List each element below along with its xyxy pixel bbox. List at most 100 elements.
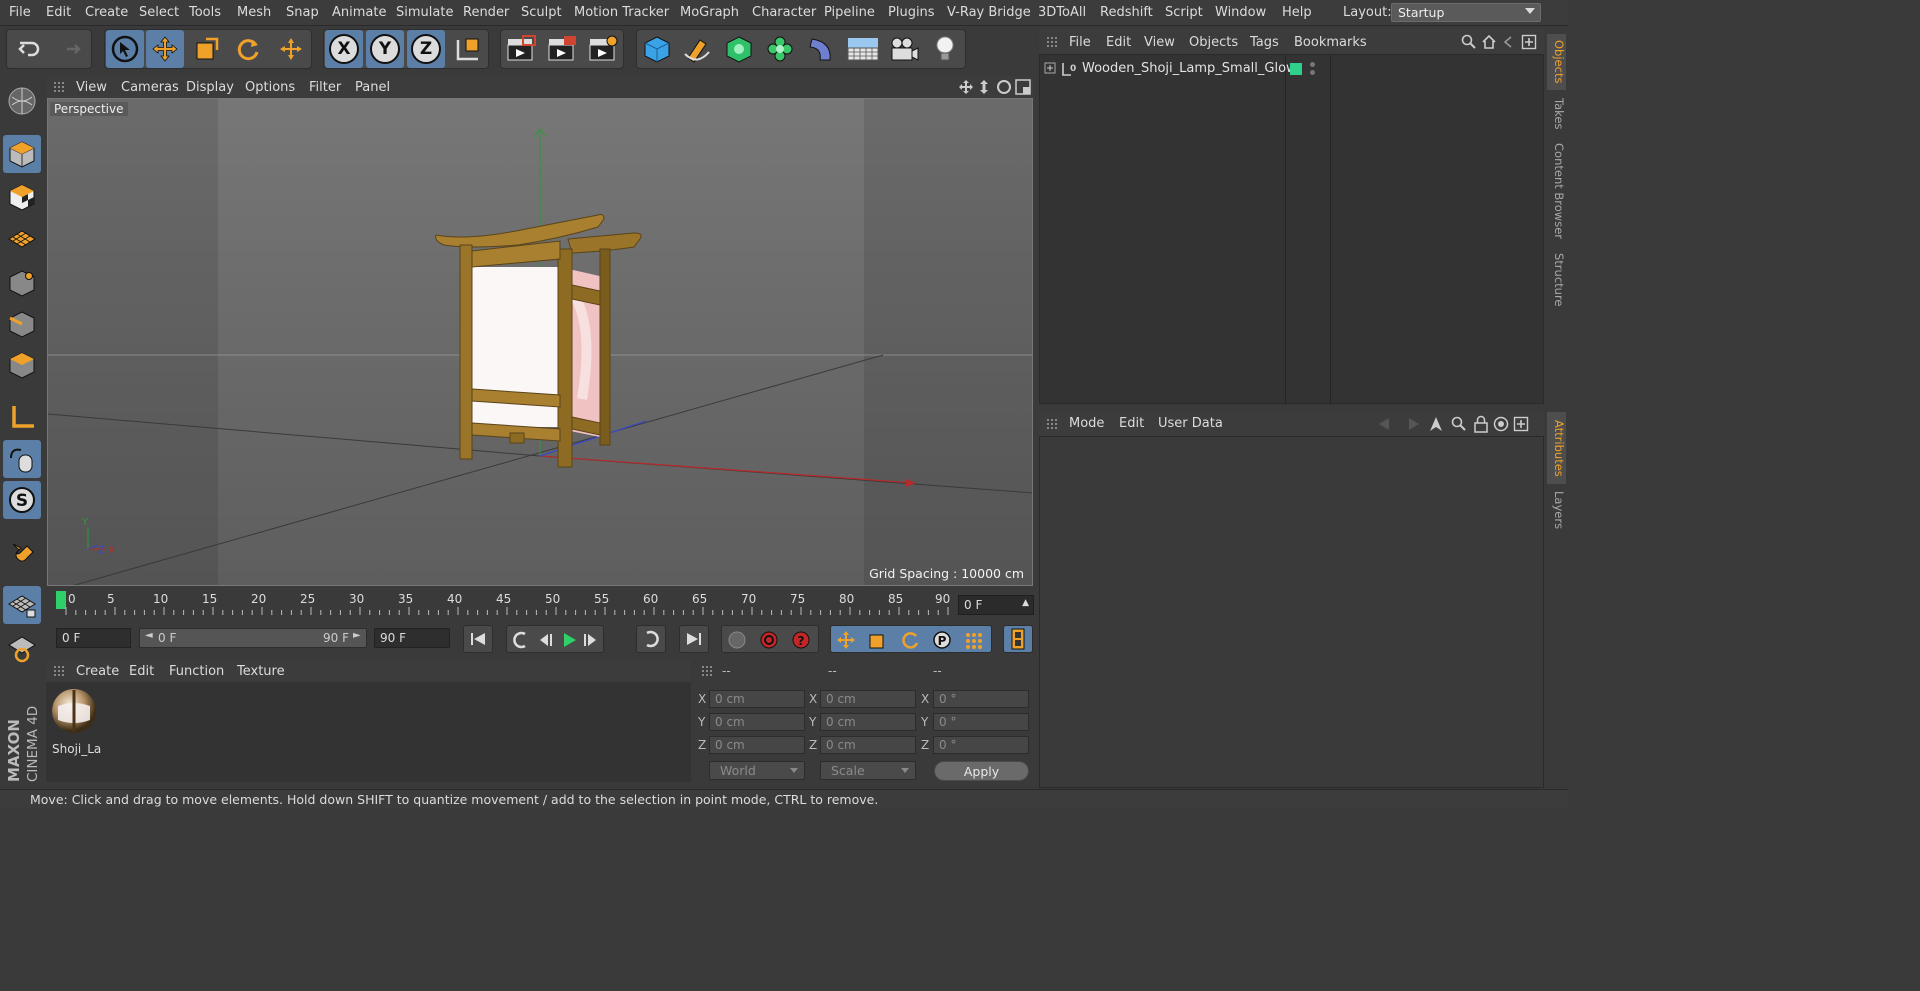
apply-button[interactable]: Apply <box>934 761 1029 781</box>
render-view-button[interactable] <box>502 30 540 68</box>
editor-visibility-dot[interactable] <box>1310 62 1315 67</box>
search-icon[interactable] <box>1451 416 1467 432</box>
autokey-icon[interactable] <box>758 630 780 650</box>
tab-content-browser[interactable]: Content Browser <box>1547 138 1566 244</box>
tab-structure[interactable]: Structure <box>1547 248 1566 312</box>
size-mode-select[interactable]: Scale <box>820 761 916 780</box>
menu-3dtoall[interactable]: 3DToAll <box>1038 5 1086 20</box>
rot-z-field[interactable]: 0 ° <box>933 736 1029 754</box>
search-icon[interactable] <box>1461 34 1477 50</box>
material-swatch[interactable]: Shoji_La <box>48 686 101 756</box>
enable-axis-button[interactable] <box>3 398 41 436</box>
viewport-menu-filter[interactable]: Filter <box>309 80 341 95</box>
layer-color-swatch[interactable] <box>1290 63 1302 75</box>
menu-snap[interactable]: Snap <box>286 5 319 20</box>
key-position-icon[interactable] <box>835 630 857 650</box>
viewport-menu-panel[interactable]: Panel <box>355 80 390 95</box>
render-picture-viewer-button[interactable] <box>543 30 581 68</box>
material-menu-texture[interactable]: Texture <box>237 664 285 679</box>
menu-select[interactable]: Select <box>139 5 179 20</box>
next-frame-icon[interactable] <box>581 631 601 649</box>
record-disabled-icon[interactable] <box>726 630 748 650</box>
redo-button[interactable] <box>50 30 88 68</box>
current-frame-field[interactable]: 0 F ▲ <box>958 595 1034 615</box>
render-settings-button[interactable] <box>584 30 622 68</box>
edges-mode-button[interactable] <box>3 305 41 343</box>
menu-animate[interactable]: Animate <box>332 5 386 20</box>
coordinate-system-button[interactable] <box>449 30 487 68</box>
x-axis-lock-button[interactable]: X <box>325 30 363 68</box>
polygons-mode-button[interactable] <box>3 346 41 384</box>
next-key-button[interactable] <box>636 625 666 653</box>
size-y-field[interactable]: 0 cm <box>820 713 916 731</box>
cube-object-button[interactable] <box>638 30 676 68</box>
material-menu-function[interactable]: Function <box>169 664 224 679</box>
object-menu-objects[interactable]: Objects <box>1189 35 1238 50</box>
tab-attributes[interactable]: Attributes <box>1547 412 1566 484</box>
layout-select[interactable]: Startup <box>1391 3 1541 22</box>
floor-object-button[interactable] <box>844 30 882 68</box>
play-icon[interactable] <box>559 630 579 650</box>
previous-frame-icon[interactable] <box>535 631 555 649</box>
new-window-icon[interactable] <box>1521 34 1537 50</box>
rot-y-field[interactable]: 0 ° <box>933 713 1029 731</box>
render-visibility-dot[interactable] <box>1310 70 1315 75</box>
viewport-zoom-icon[interactable] <box>977 79 991 95</box>
z-axis-lock-button[interactable]: Z <box>407 30 445 68</box>
viewport-menu-options[interactable]: Options <box>245 80 295 95</box>
menu-help[interactable]: Help <box>1282 5 1312 20</box>
menu-plugins[interactable]: Plugins <box>888 5 935 20</box>
size-z-field[interactable]: 0 cm <box>820 736 916 754</box>
viewport-rotate-icon[interactable] <box>996 79 1012 95</box>
transform-tool-button[interactable] <box>272 30 310 68</box>
menu-motion-tracker[interactable]: Motion Tracker <box>574 5 669 20</box>
keyframe-selection-icon[interactable]: ? <box>790 630 812 650</box>
menu-pipeline[interactable]: Pipeline <box>824 5 875 20</box>
history-arrows-icon[interactable] <box>1377 416 1421 432</box>
timeline-window-button[interactable] <box>1003 625 1033 653</box>
pos-x-field[interactable]: 0 cm <box>709 690 805 708</box>
model-mode-button[interactable] <box>3 135 41 173</box>
viewport-menu-cameras[interactable]: Cameras <box>121 80 179 95</box>
range-slider[interactable]: ◄ 0 F 90 F ► <box>139 628 367 648</box>
key-rotation-icon[interactable] <box>899 630 921 650</box>
scale-tool-button[interactable] <box>188 30 226 68</box>
timeline-ruler[interactable]: 0 5 10 15 20 25 30 35 40 45 50 55 60 65 … <box>46 588 1036 622</box>
up-arrow-icon[interactable] <box>1429 415 1443 433</box>
make-editable-button[interactable] <box>3 82 41 120</box>
camera-label[interactable]: Perspective <box>50 102 128 116</box>
go-to-start-button[interactable] <box>463 625 493 653</box>
menu-mesh[interactable]: Mesh <box>237 5 271 20</box>
workplane-mode-button[interactable] <box>3 220 41 258</box>
live-selection-button[interactable] <box>106 30 144 68</box>
menu-script[interactable]: Script <box>1165 5 1203 20</box>
key-scale-icon[interactable] <box>867 630 889 650</box>
y-axis-lock-button[interactable]: Y <box>366 30 404 68</box>
rotate-tool-button[interactable] <box>229 30 267 68</box>
pos-y-field[interactable]: 0 cm <box>709 713 805 731</box>
cloner-button[interactable] <box>761 30 799 68</box>
new-window-icon[interactable] <box>1513 416 1529 432</box>
expand-icon[interactable] <box>1044 62 1056 74</box>
menu-character[interactable]: Character <box>752 5 816 20</box>
tab-takes[interactable]: Takes <box>1547 92 1566 136</box>
light-object-button[interactable] <box>926 30 964 68</box>
size-x-field[interactable]: 0 cm <box>820 690 916 708</box>
menu-window[interactable]: Window <box>1215 5 1266 20</box>
material-menu-edit[interactable]: Edit <box>129 664 154 679</box>
tweak-mode-button[interactable] <box>3 440 41 478</box>
coordinate-mode-select[interactable]: World <box>709 761 805 780</box>
attribute-menu-mode[interactable]: Mode <box>1069 416 1104 431</box>
menu-redshift[interactable]: Redshift <box>1100 5 1153 20</box>
undo-button[interactable] <box>11 30 49 68</box>
menu-simulate[interactable]: Simulate <box>396 5 453 20</box>
menu-tools[interactable]: Tools <box>189 5 221 20</box>
previous-key-icon[interactable] <box>511 631 531 649</box>
perspective-viewport[interactable]: Y Z X Perspective Grid Spacing : 10000 c… <box>47 98 1033 586</box>
locked-workplane-button[interactable] <box>3 586 41 624</box>
camera-object-button[interactable] <box>885 30 923 68</box>
object-menu-tags[interactable]: Tags <box>1250 35 1279 50</box>
menu-file[interactable]: File <box>9 5 31 20</box>
start-frame-field[interactable]: 0 F <box>56 628 131 648</box>
planar-workplane-button[interactable] <box>3 629 41 667</box>
